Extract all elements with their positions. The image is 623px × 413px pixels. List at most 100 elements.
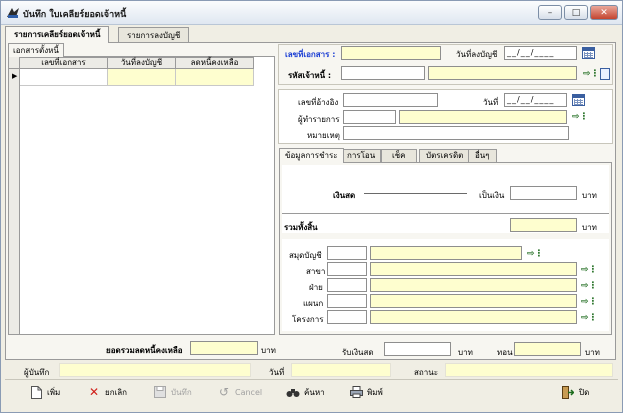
cash-label: เงินสด: [333, 191, 356, 200]
cancel-button-label: Cancel: [235, 387, 263, 397]
col-header-remaining-debt[interactable]: ลดหนี้คงเหลือ: [176, 57, 254, 69]
exit-door-icon: [561, 385, 575, 399]
add-button-label: เพิ่ม: [47, 387, 61, 397]
division-label: ฝ่าย: [309, 283, 323, 292]
receive-cash-unit: บาท: [458, 348, 473, 357]
lookup-maker-icon[interactable]: ⇨⋮: [572, 112, 589, 122]
lookup-dept-icon[interactable]: ⇨⋮: [581, 297, 598, 307]
ref-no-label: เลขที่อ้างอิง: [298, 98, 339, 107]
total-remaining-label: ยอดรวมลดหนี้คงเหลือ: [106, 346, 183, 355]
print-button-label: พิมพ์: [367, 387, 383, 397]
save-button[interactable]: บันทึก: [153, 382, 192, 402]
remark-label: หมายเหตุ: [307, 131, 340, 140]
creditor-label: รหัสเจ้าหนี้ :: [288, 71, 332, 80]
lookup-creditor-icon[interactable]: ⇨⋮: [583, 69, 600, 79]
lookup-branch-icon[interactable]: ⇨⋮: [581, 265, 598, 275]
col-header-doc-no[interactable]: เลขที่เอกสาร: [20, 57, 108, 69]
current-row-indicator: ▶: [12, 72, 18, 80]
tab-debt-docs[interactable]: เอกสารตั้งหนี้: [8, 43, 64, 57]
cancel-button[interactable]: ↺ Cancel: [217, 382, 262, 402]
status-label: สถานะ: [414, 368, 438, 377]
change-field[interactable]: [514, 342, 581, 356]
cash-unit: บาท: [582, 191, 597, 200]
total-remaining-field[interactable]: [190, 341, 258, 355]
app-logo-icon: [7, 8, 19, 18]
tab-payment-info[interactable]: ข้อมูลการชำระ: [279, 148, 344, 163]
grid-cell[interactable]: [108, 69, 176, 86]
book-label: สมุดบัญชี: [289, 251, 322, 260]
close-button[interactable]: ปิด: [561, 382, 589, 402]
ref-date-label: วันที่: [483, 98, 499, 107]
add-button[interactable]: เพิ่ม: [29, 382, 60, 402]
close-button-label: ปิด: [579, 387, 590, 397]
division-code-field[interactable]: [327, 278, 367, 292]
as-money-label: เป็นเงิน: [479, 191, 505, 200]
status-date-label: วันที่: [269, 368, 285, 377]
book-name-field[interactable]: [370, 246, 522, 260]
maximize-button[interactable]: □: [564, 5, 588, 20]
cancel-edit-button[interactable]: ✕ ยกเลิก: [87, 382, 127, 402]
ref-date-field[interactable]: __/__/____: [504, 93, 567, 107]
calendar-icon[interactable]: [582, 47, 595, 59]
cancel-edit-label: ยกเลิก: [105, 387, 128, 397]
save-button-label: บันทึก: [171, 387, 192, 397]
cash-divider: [364, 193, 467, 194]
tab-cheque[interactable]: เช็ค: [381, 149, 417, 163]
lookup-project-icon[interactable]: ⇨⋮: [581, 313, 598, 323]
col-header-posting-date[interactable]: วันที่ลงบัญชี: [108, 57, 176, 69]
search-button[interactable]: ค้นหา: [286, 382, 325, 402]
project-name-field[interactable]: [370, 310, 577, 324]
lookup-division-icon[interactable]: ⇨⋮: [581, 281, 598, 291]
printer-icon: [349, 385, 363, 399]
book-code-field[interactable]: [327, 246, 367, 260]
posting-date-field[interactable]: __/__/____: [504, 46, 577, 60]
undo-circle-icon: ↺: [218, 385, 230, 399]
grand-total-label: รวมทั้งสิ้น: [284, 223, 318, 232]
receive-cash-field[interactable]: [384, 342, 451, 356]
grand-total-unit: บาท: [582, 223, 597, 232]
branch-label: สาขา: [306, 267, 326, 276]
ref-no-field[interactable]: [343, 93, 438, 107]
tab-credit-card[interactable]: บัตรเครดิต: [419, 149, 471, 163]
branch-code-field[interactable]: [327, 262, 367, 276]
dept-code-field[interactable]: [327, 294, 367, 308]
project-code-field[interactable]: [327, 310, 367, 324]
maker-name-field[interactable]: [399, 110, 567, 124]
close-window-button[interactable]: ✕: [590, 5, 618, 20]
tab-transfer[interactable]: การโอน: [341, 149, 382, 163]
toolbar-divider: [5, 379, 618, 380]
status-date-field: [291, 363, 391, 377]
project-label: โครงการ: [292, 315, 324, 324]
creditor-name-field[interactable]: [428, 66, 577, 80]
grand-total-field[interactable]: [510, 218, 577, 232]
grid-row-header: [9, 69, 20, 334]
cash-amount-field[interactable]: [510, 186, 577, 200]
binoculars-icon: [286, 385, 300, 399]
lookup-book-icon[interactable]: ⇨⋮: [527, 249, 544, 259]
calendar-icon[interactable]: [572, 94, 585, 106]
branch-name-field[interactable]: [370, 262, 577, 276]
doc-no-field[interactable]: [341, 46, 441, 60]
tab-other[interactable]: อื่นๆ: [468, 149, 497, 163]
remark-field[interactable]: [343, 126, 569, 140]
dept-label: แผนก: [303, 299, 324, 308]
change-label: ทอน: [497, 348, 513, 357]
creditor-code-field[interactable]: [341, 66, 425, 80]
minimize-button[interactable]: –: [538, 5, 562, 20]
window-title: บันทึก ใบเคลียร์ยอดเจ้าหนี้: [23, 10, 127, 20]
creditor-info-icon[interactable]: [600, 68, 610, 80]
floppy-disk-icon: [153, 385, 167, 399]
new-document-icon: [29, 385, 43, 399]
posting-date-label: วันที่ลงบัญชี: [456, 50, 498, 59]
maker-label: ผู้ทำรายการ: [298, 115, 340, 124]
print-button[interactable]: พิมพ์: [349, 382, 383, 402]
tab-accounting-entries[interactable]: รายการลงบัญชี: [118, 27, 190, 43]
dept-name-field[interactable]: [370, 294, 577, 308]
grid-cell[interactable]: [176, 69, 254, 86]
maker-code-field[interactable]: [343, 110, 396, 124]
grid-cell[interactable]: [20, 69, 108, 86]
tab-creditor-clear[interactable]: รายการเคลียร์ยอดเจ้าหนี้: [5, 26, 110, 43]
division-name-field[interactable]: [370, 278, 577, 292]
grid-corner: [9, 57, 20, 69]
recorder-field: [59, 363, 251, 377]
